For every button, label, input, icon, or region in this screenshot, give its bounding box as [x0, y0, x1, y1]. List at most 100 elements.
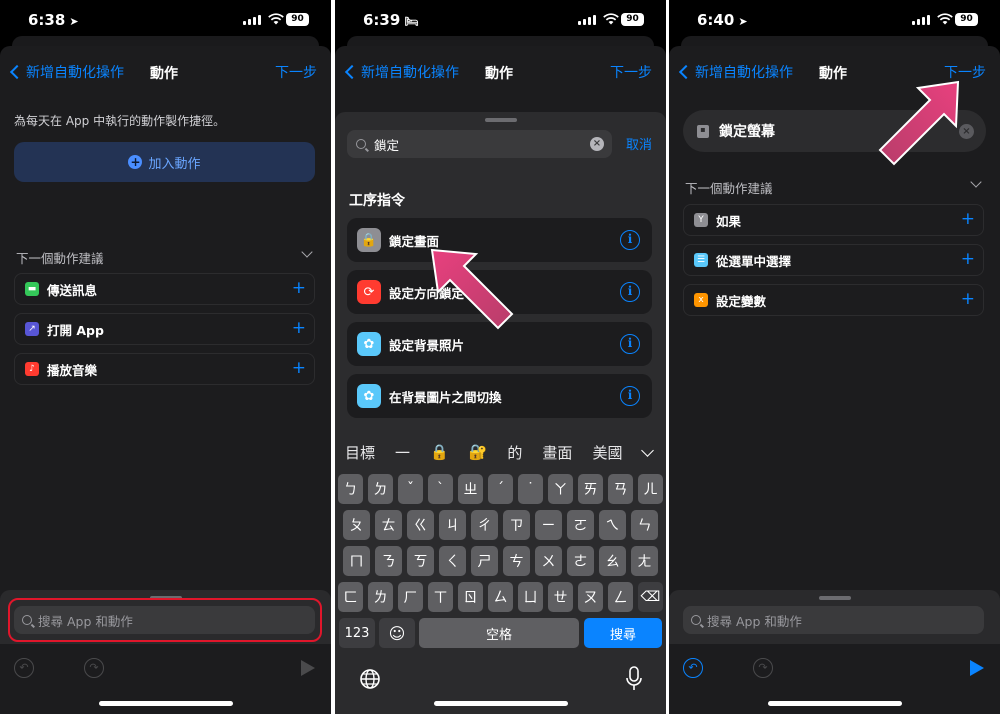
result-wallpaper[interactable]: ✿ 設定背景照片 i [347, 322, 652, 366]
add-icon[interactable]: + [961, 289, 975, 309]
candidate[interactable]: 美國 [592, 442, 622, 463]
suggestions-header[interactable]: 下一個動作建議 [685, 176, 984, 197]
key[interactable]: ˋ [428, 474, 453, 504]
key[interactable]: ㄞ [578, 474, 603, 504]
redo-icon[interactable]: ↷ [84, 658, 104, 678]
backspace-icon[interactable]: ⌫ [638, 582, 663, 612]
drag-handle[interactable] [818, 596, 851, 600]
add-icon[interactable]: + [961, 249, 975, 269]
suggestion-if[interactable]: Y 如果 + [683, 204, 984, 236]
key[interactable]: ˊ [488, 474, 513, 504]
key[interactable]: ㄊ [375, 510, 402, 540]
numbers-key[interactable]: 123 [339, 618, 375, 648]
key[interactable]: ㄑ [439, 546, 466, 576]
suggestions-header[interactable]: 下一個動作建議 [16, 246, 315, 267]
globe-icon[interactable] [359, 668, 381, 690]
back-button[interactable]: 新增自動化操作 [343, 62, 459, 82]
drag-handle[interactable] [484, 118, 517, 122]
key[interactable]: ㄤ [631, 546, 658, 576]
key[interactable]: ㄏ [398, 582, 423, 612]
add-icon[interactable]: + [292, 278, 306, 298]
undo-icon[interactable]: ↶ [14, 658, 34, 678]
key[interactable]: ㄗ [503, 510, 530, 540]
candidate[interactable]: 目標 [345, 442, 375, 463]
suggestion-send-message[interactable]: ▬ 傳送訊息 + [14, 273, 315, 305]
cancel-button[interactable]: 取消 [626, 134, 652, 153]
key[interactable]: ㄒ [428, 582, 453, 612]
suggestion-choose-menu[interactable]: ☰ 從選單中選擇 + [683, 244, 984, 276]
key[interactable]: ˙ [518, 474, 543, 504]
back-button[interactable]: 新增自動化操作 [8, 62, 124, 82]
search-input[interactable]: 鎖定 × [347, 130, 612, 158]
next-button[interactable]: 下一步 [275, 62, 317, 82]
key[interactable]: ㄥ [608, 582, 633, 612]
key[interactable]: ㄢ [608, 474, 633, 504]
action-lock-screen[interactable]: ▪ 鎖定螢幕 × [683, 110, 986, 152]
add-icon[interactable]: + [292, 358, 306, 378]
key[interactable]: ㄈ [338, 582, 363, 612]
key[interactable]: ㄚ [548, 474, 573, 504]
key[interactable]: ㄅ [338, 474, 363, 504]
key[interactable]: ㄧ [535, 510, 562, 540]
play-icon[interactable] [301, 660, 315, 676]
play-icon[interactable] [970, 660, 984, 676]
key[interactable]: ˇ [398, 474, 423, 504]
key[interactable]: ㄓ [458, 474, 483, 504]
microphone-icon[interactable] [626, 666, 642, 692]
add-icon[interactable]: + [961, 209, 975, 229]
info-icon[interactable]: i [620, 282, 640, 302]
key[interactable]: ㄘ [503, 546, 530, 576]
key[interactable]: ㄝ [548, 582, 573, 612]
suggestion-play-music[interactable]: ♪ 播放音樂 + [14, 353, 315, 385]
chevron-down-icon[interactable] [641, 444, 654, 457]
key[interactable]: ㄣ [631, 510, 658, 540]
key[interactable]: ㄔ [471, 510, 498, 540]
candidate[interactable]: 的 [507, 442, 522, 463]
add-action-button[interactable]: + 加入動作 [14, 142, 315, 182]
redo-icon[interactable]: ↷ [753, 658, 773, 678]
key[interactable]: ㄎ [407, 546, 434, 576]
key[interactable]: ㄨ [535, 546, 562, 576]
suggestion-open-app[interactable]: ↗ 打開 App + [14, 313, 315, 345]
key[interactable]: ㄐ [439, 510, 466, 540]
info-icon[interactable]: i [620, 386, 640, 406]
space-key[interactable]: 空格 [419, 618, 579, 648]
key[interactable]: ㄖ [458, 582, 483, 612]
clear-icon[interactable]: × [590, 137, 604, 151]
candidate[interactable]: 畫面 [542, 442, 572, 463]
emoji-icon[interactable]: ☺ [379, 618, 415, 648]
candidate[interactable]: 🔒 [430, 443, 449, 461]
key[interactable]: ㄡ [578, 582, 603, 612]
back-button[interactable]: 新增自動化操作 [677, 62, 793, 82]
home-indicator [98, 701, 233, 706]
info-icon[interactable]: i [620, 230, 640, 250]
result-lock-screen[interactable]: 🔒 鎖定畫面 i [347, 218, 652, 262]
search-key[interactable]: 搜尋 [584, 618, 662, 648]
key[interactable]: ㄛ [567, 510, 594, 540]
next-button[interactable]: 下一步 [944, 62, 986, 82]
next-button[interactable]: 下一步 [610, 62, 652, 82]
key[interactable]: ㄆ [343, 510, 370, 540]
result-orientation-lock[interactable]: ⟳ 設定方向鎖定 i [347, 270, 652, 314]
candidate[interactable]: 🔐 [469, 443, 488, 461]
add-icon[interactable]: + [292, 318, 306, 338]
key[interactable]: ㄩ [518, 582, 543, 612]
key[interactable]: ㄦ [638, 474, 663, 504]
key[interactable]: ㄠ [599, 546, 626, 576]
info-icon[interactable]: i [620, 334, 640, 354]
key[interactable]: ㄉ [368, 474, 393, 504]
undo-icon[interactable]: ↶ [683, 658, 703, 678]
suggestion-set-variable[interactable]: x 設定變數 + [683, 284, 984, 316]
key[interactable]: ㄌ [368, 582, 393, 612]
key[interactable]: ㄟ [599, 510, 626, 540]
key[interactable]: ㄋ [375, 546, 402, 576]
key[interactable]: ㄕ [471, 546, 498, 576]
search-input[interactable]: 搜尋 App 和動作 [683, 606, 984, 634]
result-switch-wallpaper[interactable]: ✿ 在背景圖片之間切換 i [347, 374, 652, 418]
key[interactable]: ㄜ [567, 546, 594, 576]
key[interactable]: ㄍ [407, 510, 434, 540]
key[interactable]: ㄇ [343, 546, 370, 576]
key[interactable]: ㄙ [488, 582, 513, 612]
candidate[interactable]: 一 [395, 442, 410, 463]
remove-icon[interactable]: × [959, 124, 974, 139]
